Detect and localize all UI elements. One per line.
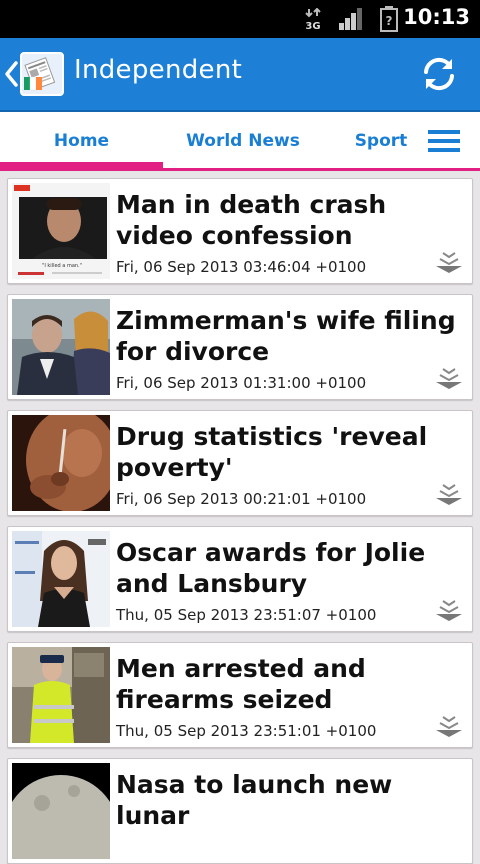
tab-home[interactable]: Home — [0, 112, 163, 168]
news-item[interactable]: Nasa to launch new lunar — [7, 758, 473, 864]
news-item[interactable]: Drug statistics 'reveal poverty' Fri, 06… — [7, 410, 473, 516]
article-headline: Zimmerman's wife filing for divorce — [116, 306, 456, 366]
tab-world-news[interactable]: World News — [163, 112, 323, 168]
newspaper-ireland-flag-icon[interactable] — [20, 52, 64, 96]
menu-icon[interactable] — [428, 130, 460, 152]
article-thumbnail — [12, 763, 110, 859]
tab-bar: Home World News Sport — [0, 112, 480, 171]
network-type: 3G — [305, 21, 320, 30]
news-item[interactable]: Men arrested and firearms seized Thu, 05… — [7, 642, 473, 748]
news-item[interactable]: Oscar awards for Jolie and Lansbury Thu,… — [7, 526, 473, 632]
article-date: Fri, 06 Sep 2013 00:21:01 +0100 — [116, 490, 367, 508]
signal-strength-icon — [339, 8, 362, 30]
expand-icon[interactable] — [434, 483, 464, 507]
news-item[interactable]: Zimmerman's wife filing for divorce Fri,… — [7, 294, 473, 400]
action-bar: Independent — [0, 38, 480, 112]
article-date: Thu, 05 Sep 2013 23:51:01 +0100 — [116, 722, 377, 740]
article-thumbnail: "I killed a man." — [12, 183, 110, 279]
svg-text:?: ? — [386, 14, 393, 28]
selected-tab-indicator — [0, 162, 163, 168]
article-headline: Nasa to launch new lunar — [116, 770, 393, 830]
expand-icon[interactable] — [434, 251, 464, 275]
3g-data-icon: 3G — [305, 8, 321, 30]
article-headline: Drug statistics 'reveal poverty' — [116, 422, 428, 482]
article-date: Fri, 06 Sep 2013 03:46:04 +0100 — [116, 258, 367, 276]
app-title: Independent — [74, 55, 243, 85]
article-date: Fri, 06 Sep 2013 01:31:00 +0100 — [116, 374, 367, 392]
article-headline: Man in death crash video confession — [116, 190, 387, 250]
article-thumbnail — [12, 415, 110, 511]
article-headline: Oscar awards for Jolie and Lansbury — [116, 538, 426, 598]
article-thumbnail — [12, 647, 110, 743]
thumbnail-caption: "I killed a man." — [42, 263, 82, 269]
expand-icon[interactable] — [434, 715, 464, 739]
article-date: Thu, 05 Sep 2013 23:51:07 +0100 — [116, 606, 377, 624]
battery-icon: ? — [380, 6, 398, 32]
refresh-icon[interactable] — [420, 55, 458, 93]
expand-icon[interactable] — [434, 599, 464, 623]
expand-icon[interactable] — [434, 367, 464, 391]
status-bar: 3G ? 10:13 — [0, 0, 480, 38]
tab-sport[interactable]: Sport — [340, 112, 422, 168]
back-chevron-icon[interactable] — [3, 60, 19, 88]
article-thumbnail — [12, 531, 110, 627]
article-headline: Men arrested and firearms seized — [116, 654, 366, 714]
news-item[interactable]: "I killed a man." Man in death crash vid… — [7, 178, 473, 284]
article-thumbnail — [12, 299, 110, 395]
status-clock: 10:13 — [403, 5, 470, 29]
